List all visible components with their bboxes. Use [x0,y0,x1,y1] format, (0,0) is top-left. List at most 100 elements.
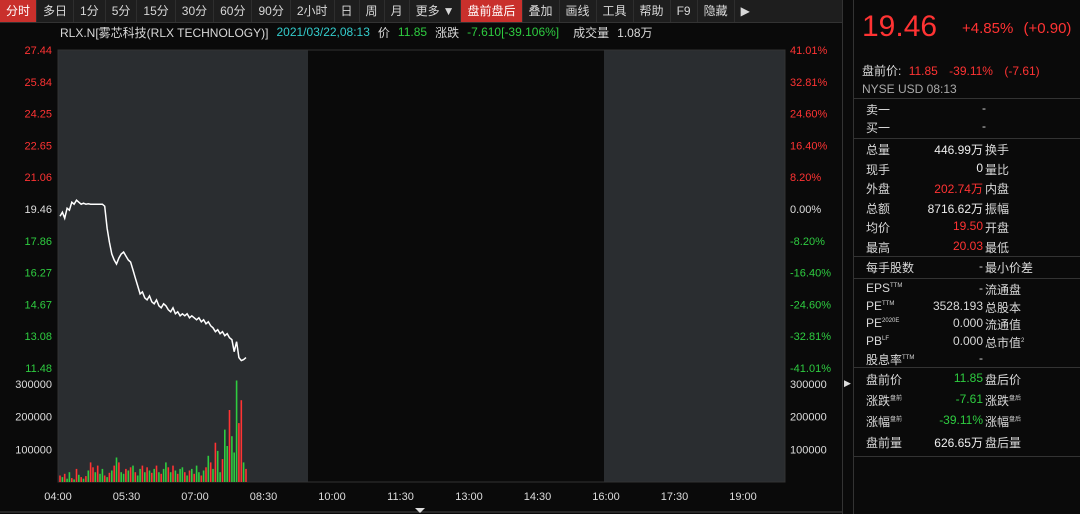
volume-bar [85,476,87,482]
volume-bar [162,468,165,482]
fund-label: PBLF [866,334,889,348]
fund-label-sup: 2020E [882,318,900,324]
volume-bar [132,465,134,482]
ext-right-sup: 盘后 [1009,396,1022,402]
price-tick-label: 11.48 [25,363,52,375]
fundamental-row: PBLF 0.000 总市值2 [854,334,1080,352]
period-tab-10[interactable]: 周 [360,0,385,22]
volume-bar [134,472,137,482]
fund-right-text: 总股本 [985,300,1022,315]
period-tab-9[interactable]: 日 [335,0,360,22]
intraday-chart[interactable]: 27.44 41.01% 25.84 32.81% 24.25 24.60% 22.65 16… [0,42,842,514]
stat-value: 8716.62万 [927,201,983,216]
percent-tick-label: 0.00% [790,204,821,216]
fund-right-label: 总市值2 [985,334,1024,351]
stat-label: 总量 [866,143,891,157]
hide-panel-icon[interactable]: ▶ [735,0,756,22]
percent-tick-label: -16.40% [790,268,831,280]
price-label: 价 [377,25,390,40]
price-tick-label: 21.06 [24,172,52,184]
percent-tick-label: 8.20% [790,172,821,184]
volume-tick-label: 200000 [15,412,52,424]
stat-value: 19.50 [952,219,983,233]
volume-bar [191,468,193,482]
volume-bar [115,457,118,482]
volume-bar [99,473,101,482]
fund-value: 3528.193 [932,298,983,313]
volume-bar [151,472,153,482]
volume-bar [120,472,122,482]
percent-tick-label: -41.01% [790,363,831,375]
fund-label-text: EPS [866,281,891,295]
period-tab-3[interactable]: 5分 [106,0,138,22]
toolbar-button-3[interactable]: 工具 [597,0,634,22]
price-tick-label: 19.46 [24,204,52,216]
period-tab-2[interactable]: 1分 [74,0,106,22]
ext-right-label: 盘后价 [985,371,1021,388]
divider [854,138,1080,139]
toolbar-button-5[interactable]: F9 [671,0,698,22]
period-tab-8[interactable]: 2小时 [291,0,335,22]
stat-value: 20.03 [952,238,983,253]
time-tick-label: 16:00 [592,491,620,503]
volume-bar [87,470,90,482]
price-value: 11.85 [397,25,428,39]
ext-label-sup: 盘前 [890,396,903,402]
volume-bar [228,410,231,482]
period-tab-1[interactable]: 多日 [37,0,75,22]
toolbar-button-4[interactable]: 帮助 [634,0,671,22]
last-price: 19.46 [862,10,938,43]
volume-bar [198,472,200,482]
ext-label: 盘前价 [866,371,902,388]
expand-arrow-icon[interactable]: ▶ [844,378,851,389]
stat-label: 总额 [866,201,891,216]
change-label: 涨跌 [435,25,460,40]
premarket-label: 盘前价: [862,64,902,78]
volume-bar [111,470,113,482]
period-tab-11[interactable]: 月 [385,0,410,22]
volume-bar [144,472,146,482]
volume-bar [181,467,184,482]
period-tab-12[interactable]: 更多 ▼ [410,0,462,22]
volume-bar [129,467,132,482]
quote-infobar: RLX.N[雾芯科技(RLX TECHNOLOGY)] 2021/03/22,0… [0,22,842,42]
fund-label-text: PE [866,298,883,313]
ext-label-text: 盘前价 [866,373,903,387]
period-tab-4[interactable]: 15分 [137,0,176,22]
ext-right-label: 涨幅盘后 [985,413,1021,430]
volume-bar [61,477,64,482]
bid1-label: 买一 [866,121,891,135]
period-tab-5[interactable]: 30分 [176,0,215,22]
stat-row: 最高 20.03 最低 [854,239,1080,257]
ext-right-text: 涨幅 [985,415,1010,429]
fund-label: 股息率TTM [866,351,914,368]
volume-value: 1.08万 [617,25,653,40]
volume-bar [240,400,243,482]
period-tab-0[interactable]: 分时 [0,0,38,22]
period-tab-7[interactable]: 90分 [252,0,291,22]
volume-bar [226,446,228,482]
period-tab-6[interactable]: 60分 [214,0,253,22]
ext-value: 626.65万 [934,436,983,450]
premarket-abs: (-7.61) [1004,64,1040,78]
premarket-line: 盘前价: 11.85 -39.11% (-7.61) [862,62,1040,79]
toolbar-button-6[interactable]: 隐藏 [698,0,735,22]
volume-bar [148,470,151,482]
volume-bar [73,479,75,482]
volume-bar [106,477,108,482]
percent-tick-label: 16.40% [790,140,828,152]
toolbar-button-1[interactable]: 叠加 [523,0,560,22]
extended-hours-row: 盘前价 11.85 盘后价 [854,371,1080,389]
price-tick-label: 14.67 [24,299,52,311]
ext-label-text: 涨跌 [866,394,891,408]
toolbar-button-2[interactable]: 画线 [560,0,597,22]
time-tick-label: 17:30 [661,491,689,503]
volume-bar [127,470,130,482]
volume-bar [233,452,235,482]
volume-bar [68,472,71,482]
symbol-name: RLX.N[雾芯科技(RLX TECHNOLOGY)] [60,25,269,40]
price-tick-label: 24.25 [24,109,52,121]
fund-label: PE2020E [866,316,899,330]
ext-right-text: 涨跌 [985,394,1010,408]
toolbar-button-0[interactable]: 盘前盘后 [461,0,523,22]
